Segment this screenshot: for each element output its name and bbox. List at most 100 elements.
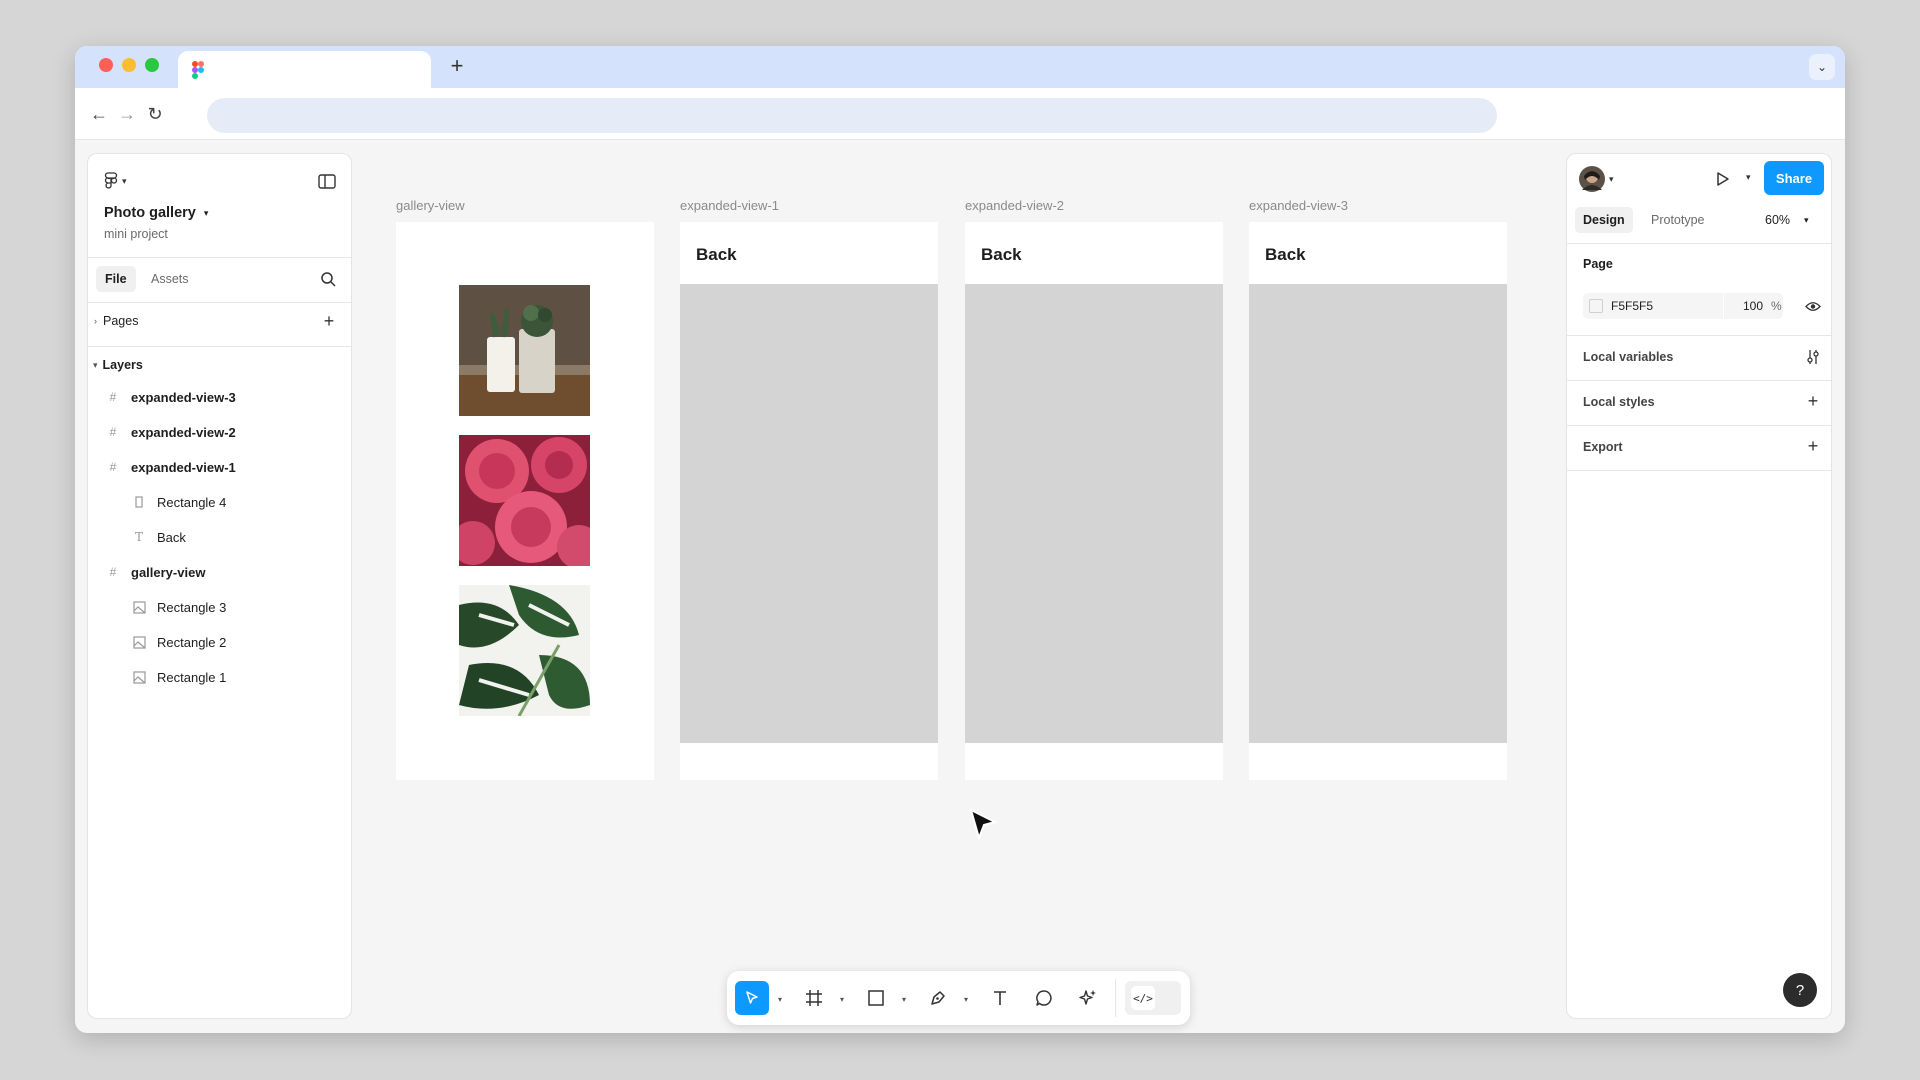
frame-gallery-view[interactable] [396, 222, 654, 780]
variables-sliders-icon[interactable] [1803, 347, 1823, 367]
tab-assets[interactable]: Assets [151, 266, 189, 292]
layer-name: Rectangle 4 [157, 494, 227, 510]
pages-section-toggle[interactable]: › Pages [94, 314, 138, 328]
layer-item-back-text[interactable]: T Back [88, 522, 351, 552]
help-button[interactable]: ? [1783, 973, 1817, 1007]
present-play-icon[interactable] [1713, 169, 1733, 189]
tab-file[interactable]: File [96, 266, 136, 292]
pages-label: Pages [103, 314, 139, 328]
back-text[interactable]: Back [981, 245, 1022, 265]
chevron-down-icon: ▾ [1804, 215, 1809, 225]
layers-label: Layers [102, 358, 143, 372]
gallery-image-monstera[interactable] [459, 585, 590, 716]
page-opacity[interactable]: 100 [1743, 299, 1763, 313]
reload-icon[interactable]: ↻ [142, 101, 168, 127]
sidebar-toggle-icon[interactable] [317, 172, 337, 190]
browser-tab-bar: + ⌄ [75, 46, 1845, 88]
rectangle-placeholder[interactable] [680, 284, 938, 743]
close-window-button[interactable] [99, 58, 113, 72]
share-button[interactable]: Share [1764, 161, 1824, 195]
layer-item-expanded-view-2[interactable]: # expanded-view-2 [88, 417, 351, 447]
layer-item-rectangle-3[interactable]: Rectangle 3 [88, 592, 351, 622]
dev-mode-toggle[interactable]: </> [1125, 981, 1181, 1015]
gallery-image-plants[interactable] [459, 285, 590, 416]
divider [1567, 380, 1831, 381]
search-icon[interactable] [319, 270, 337, 288]
chevron-down-icon[interactable]: ▾ [902, 995, 906, 1004]
minimize-window-button[interactable] [122, 58, 136, 72]
frame-hash-icon [806, 990, 822, 1006]
back-text[interactable]: Back [1265, 245, 1306, 265]
local-variables-label[interactable]: Local variables [1583, 350, 1673, 364]
layer-name: Rectangle 3 [157, 599, 227, 615]
eye-visibility-icon[interactable] [1804, 297, 1822, 315]
page-color-hex[interactable]: F5F5F5 [1611, 299, 1653, 313]
divider [1723, 293, 1724, 319]
gallery-image-dahlias[interactable] [459, 435, 590, 566]
layer-name: Rectangle 1 [157, 669, 227, 685]
layers-section-toggle[interactable]: ▾ Layers [93, 358, 143, 372]
image-icon [131, 634, 147, 650]
avatar [1579, 166, 1605, 192]
comment-tool-button[interactable] [1027, 981, 1061, 1015]
forward-arrow-icon[interactable]: → [114, 101, 140, 127]
zoom-dropdown[interactable]: 60% ▾ [1765, 207, 1809, 233]
back-text[interactable]: Back [696, 245, 737, 265]
add-style-plus-icon[interactable]: + [1803, 391, 1823, 411]
layer-item-expanded-view-1[interactable]: # expanded-view-1 [88, 452, 351, 482]
actions-tool-button[interactable] [1071, 981, 1105, 1015]
tab-list-chevron-icon[interactable]: ⌄ [1809, 54, 1835, 80]
maximize-window-button[interactable] [145, 58, 159, 72]
frame-label-expanded-view-1[interactable]: expanded-view-1 [680, 198, 779, 213]
browser-tab-active[interactable] [178, 51, 431, 88]
add-page-plus-icon[interactable]: + [320, 311, 338, 331]
new-tab-button[interactable]: + [443, 52, 471, 80]
frame-expanded-view-2[interactable]: Back [965, 222, 1223, 780]
divider [88, 302, 351, 303]
text-tool-button[interactable] [983, 981, 1017, 1015]
file-name-button[interactable]: Photo gallery ▾ [104, 205, 208, 221]
frame-label-gallery-view[interactable]: gallery-view [396, 198, 465, 213]
layer-item-rectangle-4[interactable]: Rectangle 4 [88, 487, 351, 517]
pen-tool-button[interactable] [921, 981, 955, 1015]
chevron-down-icon[interactable]: ▾ [1746, 172, 1751, 183]
user-menu-button[interactable]: ▾ [1579, 166, 1614, 192]
frame-expanded-view-1[interactable]: Back [680, 222, 938, 780]
move-tool-button[interactable] [735, 981, 769, 1015]
frame-label-expanded-view-3[interactable]: expanded-view-3 [1249, 198, 1348, 213]
chevron-down-icon: ▾ [93, 359, 98, 370]
frame-hash-icon: # [109, 390, 117, 404]
cursor-arrow-icon [746, 991, 758, 1004]
chevron-down-icon[interactable]: ▾ [778, 995, 782, 1004]
layer-item-rectangle-1[interactable]: Rectangle 1 [88, 662, 351, 692]
tab-design[interactable]: Design [1575, 207, 1633, 233]
tab-prototype[interactable]: Prototype [1651, 207, 1705, 233]
divider [88, 257, 351, 258]
layer-item-gallery-view[interactable]: # gallery-view [88, 557, 351, 587]
color-swatch[interactable] [1589, 299, 1603, 313]
rectangle-placeholder[interactable] [1249, 284, 1507, 743]
main-menu-button[interactable]: ▾ [104, 170, 127, 192]
address-bar[interactable] [207, 98, 1497, 133]
project-name[interactable]: mini project [104, 227, 168, 241]
layer-item-rectangle-2[interactable]: Rectangle 2 [88, 627, 351, 657]
frame-hash-icon: # [109, 460, 117, 474]
layer-name: expanded-view-3 [131, 389, 236, 405]
chevron-down-icon[interactable]: ▾ [964, 995, 968, 1004]
layer-item-expanded-view-3[interactable]: # expanded-view-3 [88, 382, 351, 412]
frame-tool-button[interactable] [797, 981, 831, 1015]
add-export-plus-icon[interactable]: + [1803, 436, 1823, 456]
mouse-cursor-icon [969, 808, 998, 842]
text-icon [994, 991, 1006, 1005]
page-background-field[interactable]: F5F5F5 100 % [1583, 293, 1783, 319]
export-label[interactable]: Export [1583, 440, 1623, 454]
local-styles-label[interactable]: Local styles [1583, 395, 1655, 409]
chevron-down-icon: ▾ [203, 207, 209, 218]
frame-expanded-view-3[interactable]: Back [1249, 222, 1507, 780]
rectangle-placeholder[interactable] [965, 284, 1223, 743]
shape-tool-button[interactable] [859, 981, 893, 1015]
back-arrow-icon[interactable]: ← [86, 101, 112, 127]
chevron-down-icon[interactable]: ▾ [840, 995, 844, 1004]
rectangle-icon [131, 494, 147, 510]
frame-label-expanded-view-2[interactable]: expanded-view-2 [965, 198, 1064, 213]
